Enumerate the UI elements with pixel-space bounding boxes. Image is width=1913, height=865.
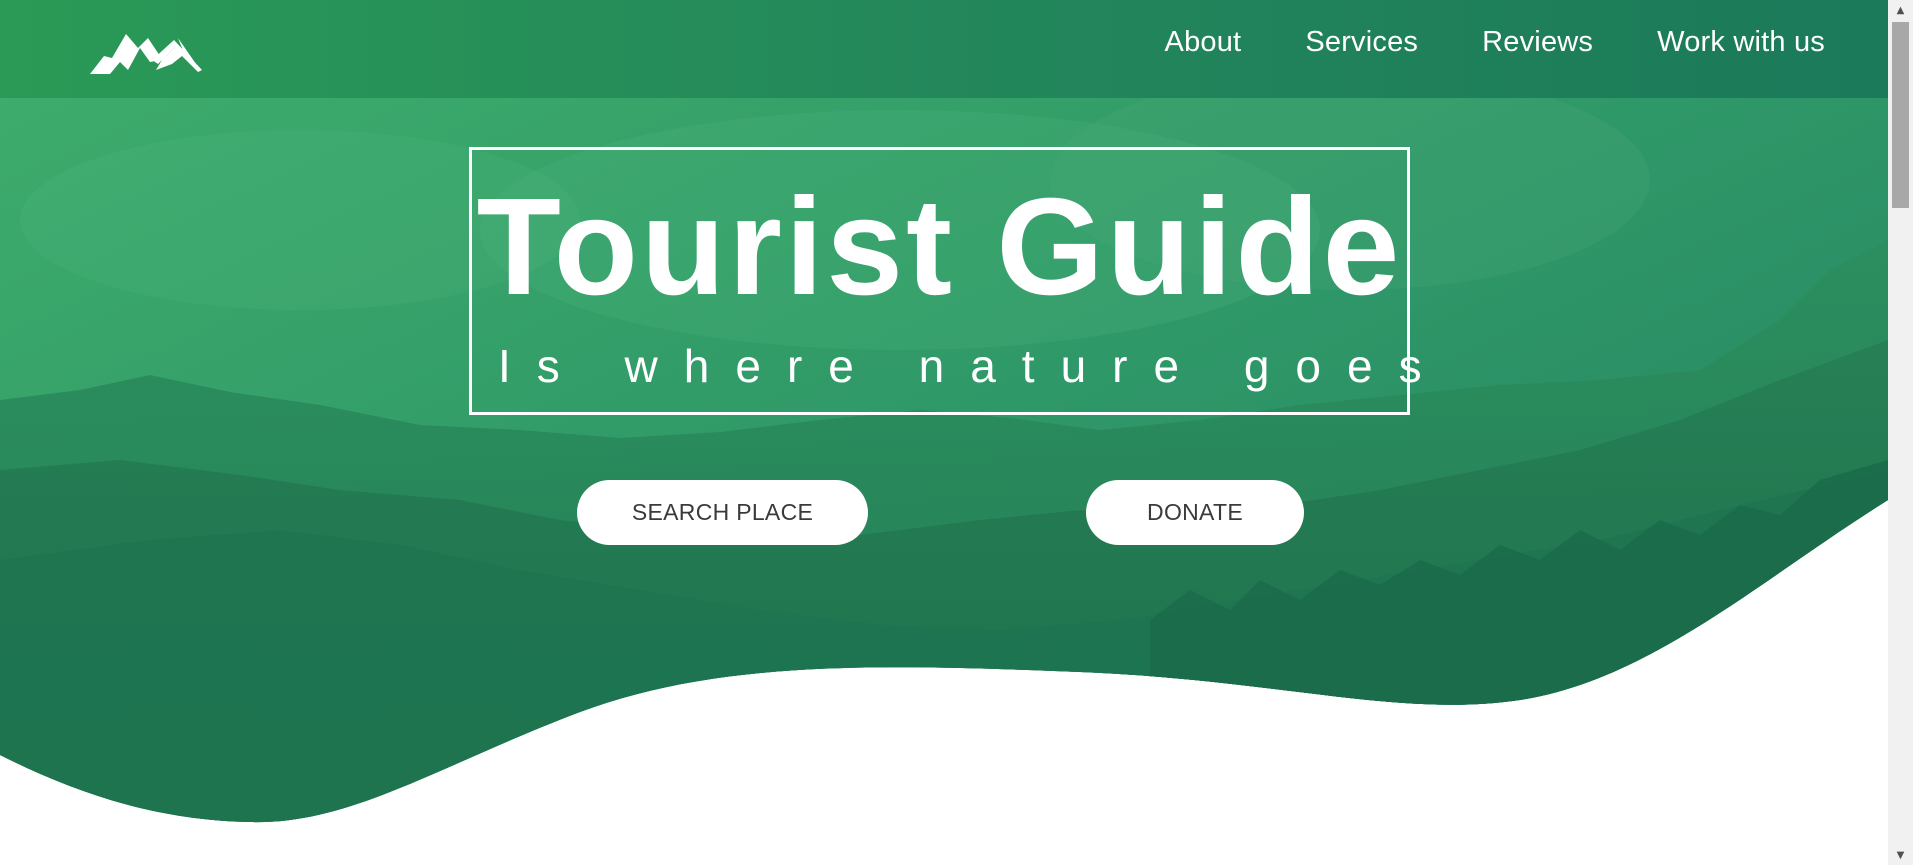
search-place-button[interactable]: SEARCH PLACE (577, 480, 868, 545)
hero-title: Tourist Guide (476, 170, 1403, 324)
hero-background (0, 0, 1888, 823)
scroll-down-arrow-icon[interactable]: ▼ (1888, 845, 1913, 865)
hero-subtitle: Is where nature goes (498, 340, 1448, 392)
nav-work-with-us[interactable]: Work with us (1657, 22, 1825, 62)
nav-reviews[interactable]: Reviews (1482, 22, 1593, 62)
mountain-logo-icon[interactable] (90, 26, 230, 78)
scrollbar-thumb[interactable] (1892, 22, 1909, 208)
scroll-up-arrow-icon[interactable]: ▲ (1888, 0, 1913, 20)
page: About Services Reviews Work with us Tour… (0, 0, 1888, 865)
vertical-scrollbar[interactable]: ▲ ▼ (1888, 0, 1913, 865)
navigation-bar: About Services Reviews Work with us (0, 0, 1888, 98)
main-nav: About Services Reviews Work with us (1165, 22, 1825, 62)
hero-section: About Services Reviews Work with us Tour… (0, 0, 1888, 865)
hero-title-box: Tourist Guide Is where nature goes (469, 147, 1448, 415)
nav-about[interactable]: About (1165, 22, 1242, 62)
donate-button[interactable]: DONATE (1086, 480, 1304, 545)
nav-services[interactable]: Services (1305, 22, 1418, 62)
